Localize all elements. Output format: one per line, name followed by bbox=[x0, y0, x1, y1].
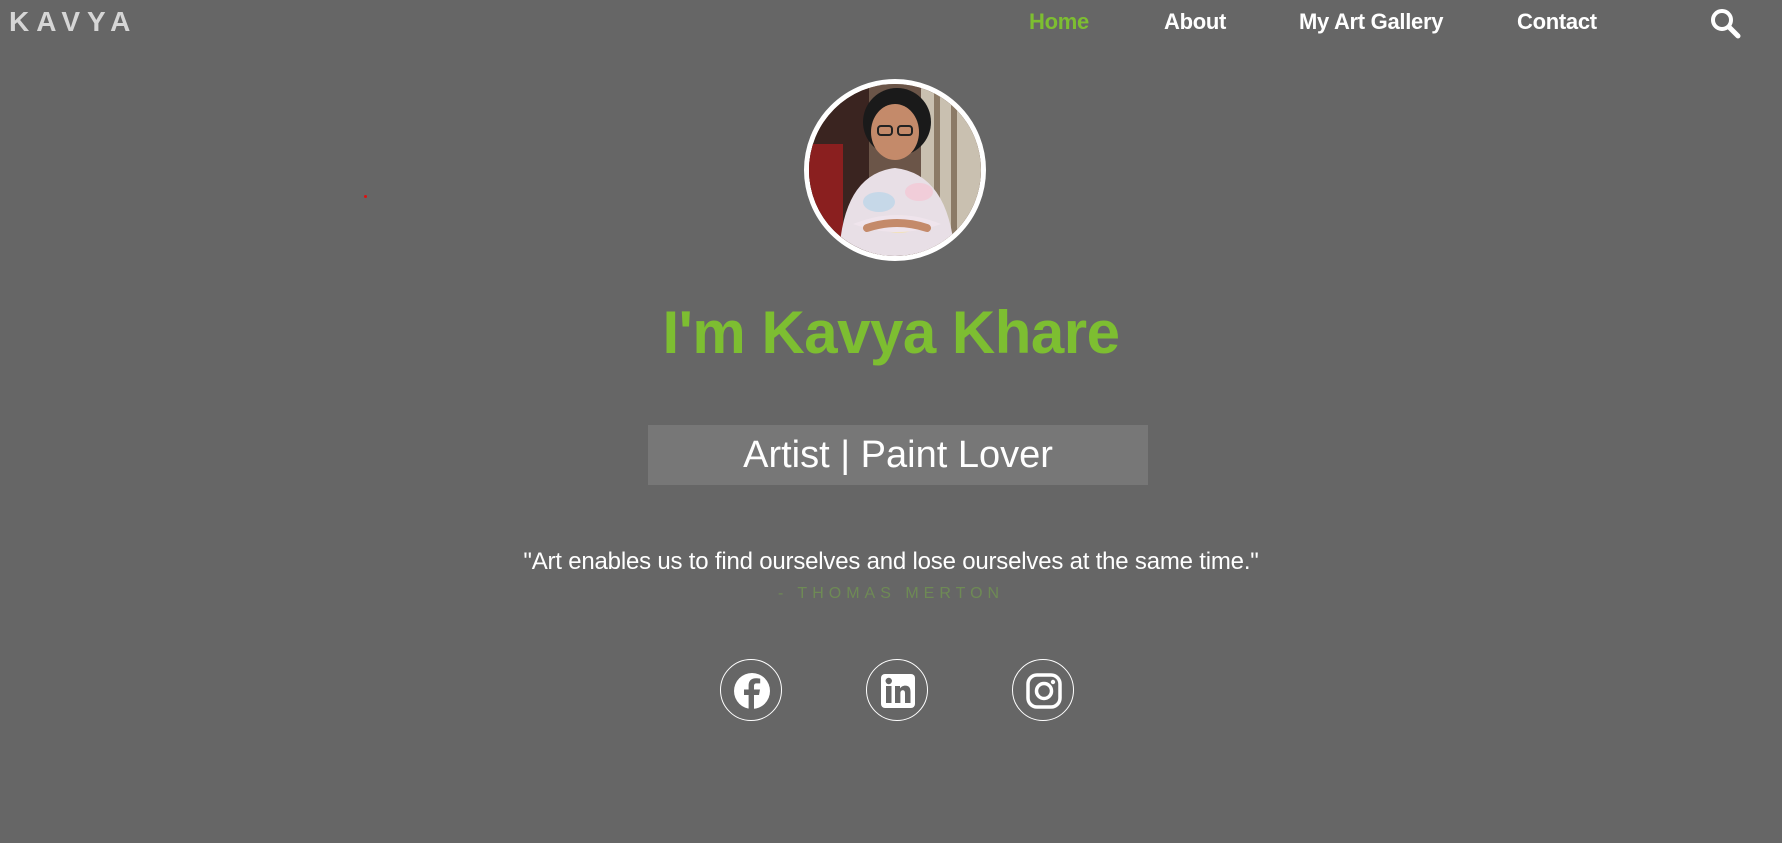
linkedin-icon bbox=[881, 674, 915, 708]
nav-item-contact[interactable]: Contact bbox=[1517, 8, 1597, 36]
facebook-icon bbox=[734, 673, 770, 709]
page-title: I'm Kavya Khare bbox=[662, 299, 1120, 366]
linkedin-link[interactable] bbox=[866, 659, 928, 721]
profile-photo bbox=[804, 79, 986, 261]
tagline: Artist | Paint Lover bbox=[743, 434, 1053, 476]
nav-item-my-art-gallery[interactable]: My Art Gallery bbox=[1299, 8, 1443, 36]
page: KAVYA Home About My Art Gallery Contact bbox=[0, 0, 1782, 843]
nav-links: Home About My Art Gallery Contact bbox=[0, 8, 1782, 36]
tagline-box: Artist | Paint Lover bbox=[648, 425, 1148, 485]
instagram-link[interactable] bbox=[1012, 659, 1074, 721]
quote-text: "Art enables us to find ourselves and lo… bbox=[523, 548, 1259, 575]
navbar: KAVYA Home About My Art Gallery Contact bbox=[0, 0, 1782, 44]
quote-author: - THOMAS MERTON bbox=[777, 585, 1005, 602]
search-icon[interactable] bbox=[1709, 7, 1741, 39]
instagram-icon bbox=[1026, 673, 1062, 709]
nav-item-home[interactable]: Home bbox=[1029, 8, 1089, 36]
facebook-link[interactable] bbox=[720, 659, 782, 721]
decorative-dot bbox=[364, 195, 367, 198]
nav-item-about[interactable]: About bbox=[1164, 8, 1226, 36]
